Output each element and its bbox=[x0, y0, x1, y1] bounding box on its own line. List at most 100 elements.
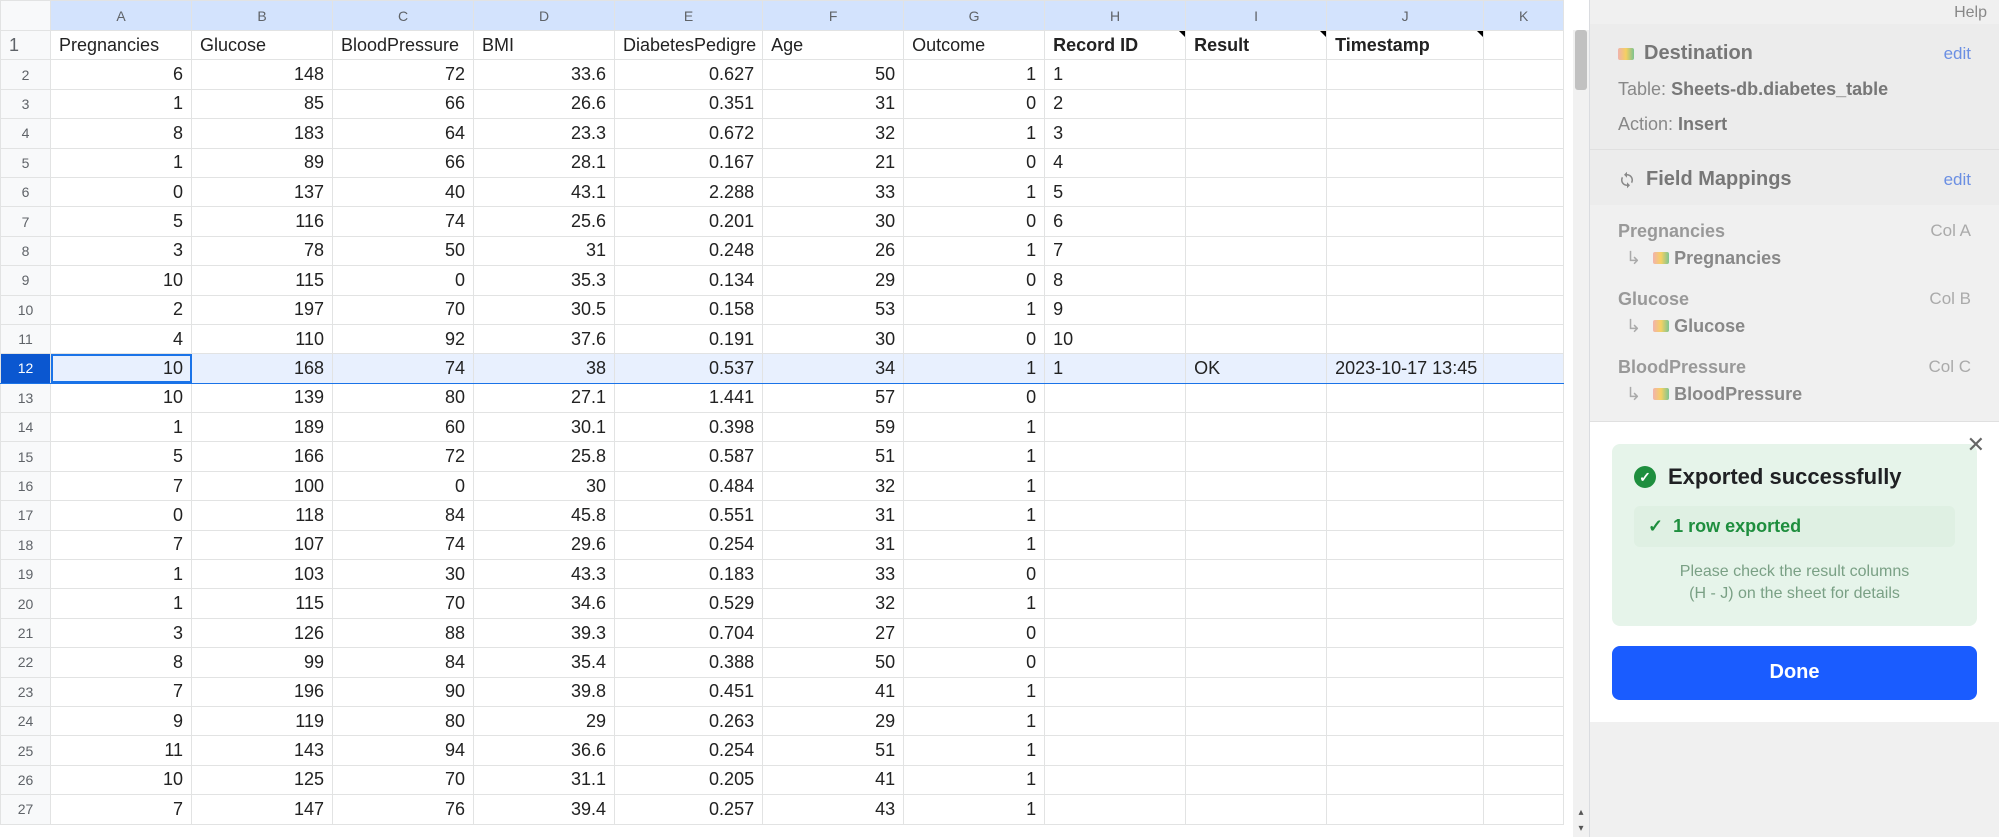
cell-G4[interactable]: 1 bbox=[904, 119, 1045, 148]
cell-J3[interactable] bbox=[1327, 89, 1484, 118]
cell-E3[interactable]: 0.351 bbox=[615, 89, 763, 118]
cell-D7[interactable]: 25.6 bbox=[474, 207, 615, 236]
cell-K9[interactable] bbox=[1484, 266, 1564, 295]
cell-G5[interactable]: 0 bbox=[904, 148, 1045, 177]
cell-A22[interactable]: 8 bbox=[51, 648, 192, 677]
cell-D1[interactable]: BMI bbox=[474, 31, 615, 60]
cell-K17[interactable] bbox=[1484, 501, 1564, 530]
cell-G1[interactable]: Outcome bbox=[904, 31, 1045, 60]
spreadsheet-grid[interactable]: ABCDEFGHIJK1PregnanciesGlucoseBloodPress… bbox=[0, 0, 1564, 825]
cell-F19[interactable]: 33 bbox=[763, 560, 904, 589]
cell-A27[interactable]: 7 bbox=[51, 795, 192, 824]
cell-K2[interactable] bbox=[1484, 60, 1564, 89]
cell-D3[interactable]: 26.6 bbox=[474, 89, 615, 118]
col-header-F[interactable]: F bbox=[763, 1, 904, 31]
cell-G20[interactable]: 1 bbox=[904, 589, 1045, 618]
cell-J14[interactable] bbox=[1327, 413, 1484, 442]
cell-G19[interactable]: 0 bbox=[904, 560, 1045, 589]
cell-E1[interactable]: DiabetesPedigre bbox=[615, 31, 763, 60]
row-header[interactable]: 6 bbox=[1, 177, 51, 206]
cell-F25[interactable]: 51 bbox=[763, 736, 904, 765]
cell-B21[interactable]: 126 bbox=[192, 618, 333, 647]
cell-G24[interactable]: 1 bbox=[904, 706, 1045, 735]
cell-J5[interactable] bbox=[1327, 148, 1484, 177]
row-header[interactable]: 10 bbox=[1, 295, 51, 324]
cell-E22[interactable]: 0.388 bbox=[615, 648, 763, 677]
cell-E8[interactable]: 0.248 bbox=[615, 236, 763, 265]
cell-I8[interactable] bbox=[1186, 236, 1327, 265]
cell-J7[interactable] bbox=[1327, 207, 1484, 236]
cell-J19[interactable] bbox=[1327, 560, 1484, 589]
row-header[interactable]: 13 bbox=[1, 383, 51, 412]
cell-G8[interactable]: 1 bbox=[904, 236, 1045, 265]
cell-I21[interactable] bbox=[1186, 618, 1327, 647]
cell-G18[interactable]: 1 bbox=[904, 530, 1045, 559]
cell-I3[interactable] bbox=[1186, 89, 1327, 118]
cell-H9[interactable]: 8 bbox=[1045, 266, 1186, 295]
row-header[interactable]: 22 bbox=[1, 648, 51, 677]
cell-D6[interactable]: 43.1 bbox=[474, 177, 615, 206]
cell-C13[interactable]: 80 bbox=[333, 383, 474, 412]
cell-J1[interactable]: Timestamp bbox=[1327, 31, 1484, 60]
cell-C27[interactable]: 76 bbox=[333, 795, 474, 824]
cell-G25[interactable]: 1 bbox=[904, 736, 1045, 765]
cell-D10[interactable]: 30.5 bbox=[474, 295, 615, 324]
cell-D11[interactable]: 37.6 bbox=[474, 324, 615, 353]
cell-K25[interactable] bbox=[1484, 736, 1564, 765]
cell-E11[interactable]: 0.191 bbox=[615, 324, 763, 353]
cell-I16[interactable] bbox=[1186, 471, 1327, 500]
cell-G2[interactable]: 1 bbox=[904, 60, 1045, 89]
cell-J8[interactable] bbox=[1327, 236, 1484, 265]
cell-E23[interactable]: 0.451 bbox=[615, 677, 763, 706]
cell-H21[interactable] bbox=[1045, 618, 1186, 647]
cell-H7[interactable]: 6 bbox=[1045, 207, 1186, 236]
cell-D9[interactable]: 35.3 bbox=[474, 266, 615, 295]
cell-D27[interactable]: 39.4 bbox=[474, 795, 615, 824]
cell-E24[interactable]: 0.263 bbox=[615, 706, 763, 735]
cell-C9[interactable]: 0 bbox=[333, 266, 474, 295]
cell-I24[interactable] bbox=[1186, 706, 1327, 735]
cell-H25[interactable] bbox=[1045, 736, 1186, 765]
scroll-thumb[interactable] bbox=[1575, 30, 1587, 90]
row-header[interactable]: 4 bbox=[1, 119, 51, 148]
cell-C24[interactable]: 80 bbox=[333, 706, 474, 735]
cell-D15[interactable]: 25.8 bbox=[474, 442, 615, 471]
cell-A9[interactable]: 10 bbox=[51, 266, 192, 295]
cell-C11[interactable]: 92 bbox=[333, 324, 474, 353]
cell-B12[interactable]: 168 bbox=[192, 354, 333, 383]
cell-A18[interactable]: 7 bbox=[51, 530, 192, 559]
cell-E12[interactable]: 0.537 bbox=[615, 354, 763, 383]
cell-I26[interactable] bbox=[1186, 765, 1327, 794]
cell-A23[interactable]: 7 bbox=[51, 677, 192, 706]
cell-A4[interactable]: 8 bbox=[51, 119, 192, 148]
cell-B17[interactable]: 118 bbox=[192, 501, 333, 530]
cell-B5[interactable]: 89 bbox=[192, 148, 333, 177]
cell-H8[interactable]: 7 bbox=[1045, 236, 1186, 265]
cell-D20[interactable]: 34.6 bbox=[474, 589, 615, 618]
col-header-A[interactable]: A bbox=[51, 1, 192, 31]
cell-F11[interactable]: 30 bbox=[763, 324, 904, 353]
cell-F17[interactable]: 31 bbox=[763, 501, 904, 530]
cell-F24[interactable]: 29 bbox=[763, 706, 904, 735]
row-header[interactable]: 23 bbox=[1, 677, 51, 706]
row-header[interactable]: 26 bbox=[1, 765, 51, 794]
cell-H5[interactable]: 4 bbox=[1045, 148, 1186, 177]
cell-D8[interactable]: 31 bbox=[474, 236, 615, 265]
cell-A11[interactable]: 4 bbox=[51, 324, 192, 353]
cell-F2[interactable]: 50 bbox=[763, 60, 904, 89]
cell-C14[interactable]: 60 bbox=[333, 413, 474, 442]
cell-K5[interactable] bbox=[1484, 148, 1564, 177]
cell-D12[interactable]: 38 bbox=[474, 354, 615, 383]
cell-A15[interactable]: 5 bbox=[51, 442, 192, 471]
cell-C1[interactable]: BloodPressure bbox=[333, 31, 474, 60]
cell-G23[interactable]: 1 bbox=[904, 677, 1045, 706]
cell-K11[interactable] bbox=[1484, 324, 1564, 353]
cell-H27[interactable] bbox=[1045, 795, 1186, 824]
cell-K20[interactable] bbox=[1484, 589, 1564, 618]
cell-E7[interactable]: 0.201 bbox=[615, 207, 763, 236]
cell-H6[interactable]: 5 bbox=[1045, 177, 1186, 206]
cell-K1[interactable] bbox=[1484, 31, 1564, 60]
cell-G26[interactable]: 1 bbox=[904, 765, 1045, 794]
cell-A20[interactable]: 1 bbox=[51, 589, 192, 618]
col-header-I[interactable]: I bbox=[1186, 1, 1327, 31]
